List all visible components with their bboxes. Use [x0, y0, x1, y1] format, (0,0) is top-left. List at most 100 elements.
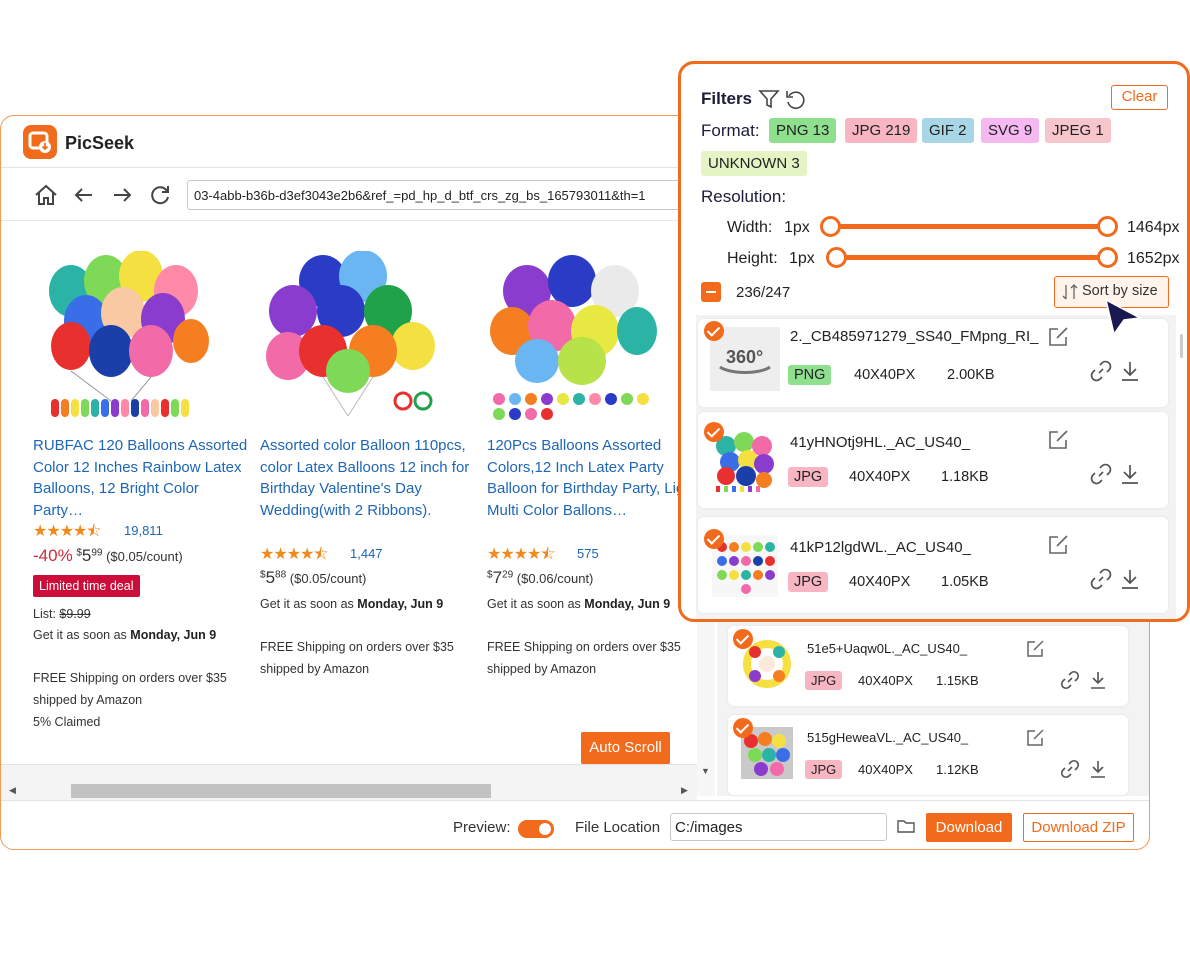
- delivery-info: Get it as soon as Monday, Jun 9: [260, 597, 444, 611]
- link-icon[interactable]: [1090, 568, 1112, 590]
- rating-count-link[interactable]: 1,447: [350, 546, 383, 561]
- product-title-link[interactable]: RUBFAC 120 Balloons Assorted Color 12 In…: [33, 435, 248, 521]
- file-size: 2.00KB: [941, 365, 1001, 385]
- download-button[interactable]: Download: [926, 813, 1012, 842]
- reload-icon[interactable]: [147, 182, 173, 208]
- edit-icon[interactable]: [1026, 638, 1046, 658]
- download-icon[interactable]: [1119, 568, 1141, 590]
- scroll-down-icon[interactable]: ▼: [701, 766, 710, 776]
- edit-icon[interactable]: [1048, 325, 1070, 347]
- forward-arrow-icon[interactable]: [109, 182, 135, 208]
- file-name: 41kP12lgdWL._AC_US40_: [790, 539, 971, 556]
- claimed-info: 5% Claimed: [33, 715, 101, 729]
- rating-count-link[interactable]: 19,811: [124, 523, 163, 538]
- format-chip-jpeg[interactable]: JPEG 1: [1045, 118, 1111, 143]
- star-rating-icon: ★★★★⯪: [33, 523, 102, 540]
- filters-panel: Filters Clear Format: PNG 13 JPG 219 GIF…: [678, 61, 1190, 622]
- selected-check-icon[interactable]: [733, 629, 753, 649]
- selection-count: 236/247: [736, 284, 791, 301]
- folder-icon[interactable]: [897, 818, 915, 834]
- resolution-label: Resolution:: [701, 187, 787, 206]
- image-thumbnail[interactable]: [712, 430, 778, 492]
- selected-check-icon[interactable]: [704, 422, 724, 442]
- format-chip-svg[interactable]: SVG 9: [981, 118, 1040, 143]
- price-dollars: 5: [81, 546, 92, 565]
- star-rating-icon: ★★★★⯪: [260, 546, 329, 563]
- clear-button[interactable]: Clear: [1111, 85, 1168, 110]
- reset-icon[interactable]: [784, 88, 806, 110]
- product-image[interactable]: [487, 251, 662, 421]
- app-title: PicSeek: [65, 133, 135, 153]
- product-image[interactable]: [263, 251, 438, 421]
- sort-icon: [1062, 284, 1078, 300]
- product-title-link[interactable]: Assorted color Balloon 110pcs, color Lat…: [260, 435, 475, 521]
- image-card[interactable]: 51e5+Uaqw0L._AC_US40_ JPG 40X40PX 1.15KB: [728, 626, 1128, 706]
- selected-check-icon[interactable]: [733, 718, 753, 738]
- height-max-handle[interactable]: [1097, 247, 1118, 268]
- download-icon[interactable]: [1088, 670, 1108, 690]
- dimensions: 40X40PX: [848, 365, 922, 385]
- image-card[interactable]: 41kP12lgdWL._AC_US40_ JPG 40X40PX 1.05KB: [698, 517, 1168, 613]
- width-label: Width:: [727, 219, 773, 236]
- auto-scroll-button[interactable]: Auto Scroll: [581, 732, 670, 764]
- download-zip-button[interactable]: Download ZIP: [1023, 813, 1134, 842]
- download-icon[interactable]: [1119, 463, 1141, 485]
- popup-scrollbar-thumb[interactable]: [1180, 334, 1183, 358]
- format-chip-unknown[interactable]: UNKNOWN 3: [701, 151, 807, 176]
- filter-icon[interactable]: [758, 88, 780, 110]
- format-tag: JPG: [788, 572, 829, 592]
- scroll-right-icon[interactable]: ▶: [681, 785, 688, 796]
- home-icon[interactable]: [33, 182, 59, 208]
- selected-check-icon[interactable]: [704, 321, 724, 341]
- unit-price: ($0.05/count): [289, 571, 367, 586]
- scroll-left-icon[interactable]: ◀: [9, 785, 16, 796]
- image-card[interactable]: 515gHeweaVL._AC_US40_ JPG 40X40PX 1.12KB: [728, 715, 1128, 795]
- height-min-handle[interactable]: [826, 247, 847, 268]
- product-image[interactable]: [41, 251, 211, 421]
- product-title-link[interactable]: 120Pcs Balloons Assorted Colors,12 Inch …: [487, 435, 702, 521]
- format-chip-png[interactable]: PNG 13: [769, 118, 837, 143]
- format-tag: JPG: [788, 467, 829, 487]
- edit-icon[interactable]: [1048, 533, 1070, 555]
- dimensions: 40X40PX: [852, 760, 919, 779]
- price-dollars: 7: [492, 568, 503, 587]
- format-label: Format:: [701, 121, 760, 140]
- height-slider-track[interactable]: [835, 255, 1109, 260]
- image-card[interactable]: 41yHNOtj9HL._AC_US40_ JPG 40X40PX 1.18KB: [698, 412, 1168, 508]
- horizontal-scrollbar[interactable]: ◀ ▶: [1, 764, 697, 800]
- rating-count-link[interactable]: 575: [577, 546, 599, 561]
- width-min-handle[interactable]: [820, 216, 841, 237]
- file-name: 515gHeweaVL._AC_US40_: [807, 730, 969, 745]
- image-card[interactable]: 360° 2._CB485971279_SS40_FMpng_RI_ PNG 4…: [698, 319, 1168, 407]
- file-location-label: File Location: [575, 819, 661, 836]
- link-icon[interactable]: [1060, 670, 1080, 690]
- format-chip-jpg[interactable]: JPG 219: [845, 118, 918, 143]
- download-icon[interactable]: [1119, 360, 1141, 382]
- price-dollars: 5: [265, 568, 276, 587]
- width-max-handle[interactable]: [1097, 216, 1118, 237]
- format-chip-gif[interactable]: GIF 2: [922, 118, 974, 143]
- link-icon[interactable]: [1090, 463, 1112, 485]
- link-icon[interactable]: [1060, 759, 1080, 779]
- unit-price: ($0.05/count): [106, 549, 183, 564]
- format-tag: JPG: [805, 760, 843, 779]
- preview-toggle[interactable]: [518, 820, 554, 838]
- scrollbar-thumb[interactable]: [71, 784, 491, 798]
- format-tag: JPG: [805, 671, 843, 690]
- shipping-info: FREE Shipping on orders over $35 shipped…: [487, 640, 681, 676]
- link-icon[interactable]: [1090, 360, 1112, 382]
- file-name: 51e5+Uaqw0L._AC_US40_: [807, 641, 968, 656]
- file-location-input[interactable]: C:/images: [670, 813, 887, 841]
- download-icon[interactable]: [1088, 759, 1108, 779]
- shipping-info: FREE Shipping on orders over $35 shipped…: [33, 671, 227, 707]
- price-line: -40% $599 ($0.05/count): [33, 546, 183, 565]
- url-input[interactable]: 03-4abb-b36b-d3ef3043e2b6&ref_=pd_hp_d_b…: [187, 180, 707, 210]
- selected-check-icon[interactable]: [704, 529, 724, 549]
- height-label: Height:: [727, 250, 778, 267]
- back-arrow-icon[interactable]: [71, 182, 97, 208]
- edit-icon[interactable]: [1048, 428, 1070, 450]
- select-all-checkbox[interactable]: [701, 282, 721, 302]
- width-slider-track[interactable]: [829, 224, 1109, 229]
- file-size: 1.15KB: [930, 671, 985, 690]
- edit-icon[interactable]: [1026, 727, 1046, 747]
